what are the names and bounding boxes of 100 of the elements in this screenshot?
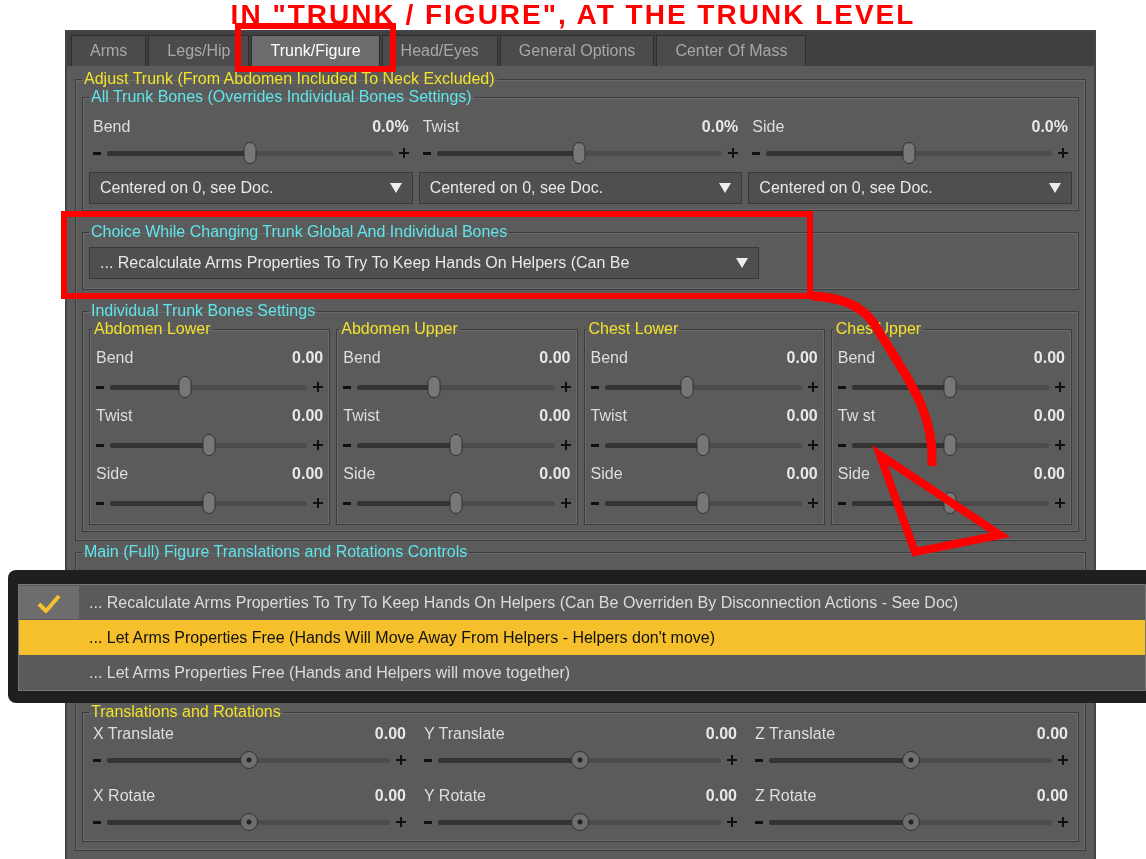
slider-thumb[interactable] xyxy=(570,751,589,769)
plus-icon[interactable] xyxy=(313,382,324,392)
plus-icon[interactable] xyxy=(398,148,409,158)
slider-track[interactable] xyxy=(107,142,393,164)
plus-icon[interactable] xyxy=(313,440,324,450)
choice-dropdown[interactable]: ... Recalculate Arms Properties To Try To Keep Hands On Helpers (Can Be xyxy=(89,247,759,279)
menu-option[interactable]: ... Recalculate Arms Properties To Try To Keep Hands On Helpers (Can Be Overriden By Disconnection Actions - See Doc) xyxy=(19,585,1145,620)
plus-icon[interactable] xyxy=(727,755,737,765)
minus-icon[interactable] xyxy=(96,501,104,505)
slider-track[interactable] xyxy=(766,142,1052,164)
minus-icon[interactable] xyxy=(755,758,763,762)
minus-icon[interactable] xyxy=(424,758,432,762)
minus-icon[interactable] xyxy=(422,151,431,155)
slider-track[interactable] xyxy=(851,434,1049,456)
plus-icon[interactable] xyxy=(1058,148,1068,158)
slider-track[interactable] xyxy=(110,376,308,398)
plus-icon[interactable] xyxy=(727,817,737,827)
slider-value: 0.00 xyxy=(786,407,818,425)
plus-icon[interactable] xyxy=(1055,440,1065,450)
plus-icon[interactable] xyxy=(560,382,571,392)
plus-icon[interactable] xyxy=(1058,755,1068,765)
minus-icon[interactable] xyxy=(752,151,761,155)
slider-thumb[interactable] xyxy=(902,142,916,164)
slider-thumb[interactable] xyxy=(202,434,216,456)
slider-label: Side xyxy=(96,465,129,483)
slider-thumb[interactable] xyxy=(680,376,694,398)
slider-thumb[interactable] xyxy=(573,142,586,164)
minus-icon[interactable] xyxy=(93,820,101,824)
slider-thumb[interactable] xyxy=(943,376,957,398)
slider-track[interactable] xyxy=(357,492,555,514)
plus-icon[interactable] xyxy=(396,755,406,765)
plus-icon[interactable] xyxy=(807,498,818,508)
mode-dropdown[interactable]: Centered on 0, see Doc. xyxy=(748,172,1072,204)
slider-thumb[interactable] xyxy=(239,813,258,831)
tab[interactable]: General Options xyxy=(499,35,655,66)
plus-icon[interactable] xyxy=(807,382,818,392)
minus-icon[interactable] xyxy=(755,820,763,824)
plus-icon[interactable] xyxy=(1058,817,1068,827)
minus-icon[interactable] xyxy=(343,501,352,505)
slider-thumb[interactable] xyxy=(178,376,192,398)
slider-thumb[interactable] xyxy=(901,813,920,831)
plus-icon[interactable] xyxy=(560,440,571,450)
slider-label: Tw st xyxy=(837,407,876,425)
minus-icon[interactable] xyxy=(590,443,599,447)
slider-thumb[interactable] xyxy=(202,492,216,514)
slider-thumb[interactable] xyxy=(943,434,957,456)
minus-icon[interactable] xyxy=(343,443,352,447)
slider-track[interactable] xyxy=(110,434,308,456)
plus-icon[interactable] xyxy=(396,817,406,827)
slider-track[interactable] xyxy=(769,749,1052,771)
slider-thumb[interactable] xyxy=(239,751,258,769)
minus-icon[interactable] xyxy=(424,820,432,824)
minus-icon[interactable] xyxy=(837,385,846,389)
slider-track[interactable] xyxy=(357,376,555,398)
mode-dropdown[interactable]: Centered on 0, see Doc. xyxy=(418,172,743,204)
slider-track[interactable] xyxy=(769,811,1052,833)
slider-thumb[interactable] xyxy=(449,492,463,514)
slider-thumb[interactable] xyxy=(696,434,710,456)
slider-thumb[interactable] xyxy=(901,751,920,769)
plus-icon[interactable] xyxy=(313,498,324,508)
minus-icon[interactable] xyxy=(590,501,599,505)
slider-thumb[interactable] xyxy=(427,376,441,398)
mode-dropdown[interactable]: Centered on 0, see Doc. xyxy=(89,172,413,204)
slider-track[interactable] xyxy=(604,434,802,456)
slider-track[interactable] xyxy=(438,749,721,771)
plus-icon[interactable] xyxy=(1055,498,1065,508)
tab[interactable]: Trunk/Figure xyxy=(251,35,380,66)
slider-track[interactable] xyxy=(851,492,1049,514)
slider-thumb[interactable] xyxy=(570,813,589,831)
minus-icon[interactable] xyxy=(837,443,846,447)
tab[interactable]: Center Of Mass xyxy=(656,35,807,66)
slider-value: 0.00 xyxy=(539,349,571,367)
menu-option[interactable]: ... Let Arms Properties Free (Hands Will Move Away From Helpers - Helpers don't move) xyxy=(19,620,1145,655)
slider-track[interactable] xyxy=(851,376,1049,398)
slider-thumb[interactable] xyxy=(449,434,463,456)
tab[interactable]: Arms xyxy=(71,35,147,66)
slider-track[interactable] xyxy=(110,492,308,514)
minus-icon[interactable] xyxy=(96,385,104,389)
slider-track[interactable] xyxy=(107,811,390,833)
slider-track[interactable] xyxy=(604,492,802,514)
minus-icon[interactable] xyxy=(93,151,101,155)
slider-track[interactable] xyxy=(436,142,723,164)
slider-thumb[interactable] xyxy=(696,492,710,514)
minus-icon[interactable] xyxy=(590,385,599,389)
slider-track[interactable] xyxy=(107,749,390,771)
plus-icon[interactable] xyxy=(560,498,571,508)
minus-icon[interactable] xyxy=(93,758,101,762)
plus-icon[interactable] xyxy=(728,148,739,158)
menu-option[interactable]: ... Let Arms Properties Free (Hands and Helpers will move together) xyxy=(19,655,1145,690)
minus-icon[interactable] xyxy=(837,501,846,505)
minus-icon[interactable] xyxy=(343,385,352,389)
slider-thumb[interactable] xyxy=(243,142,257,164)
slider-track[interactable] xyxy=(438,811,721,833)
slider-track[interactable] xyxy=(604,376,802,398)
minus-icon[interactable] xyxy=(96,443,104,447)
plus-icon[interactable] xyxy=(807,440,818,450)
tab[interactable]: Head/Eyes xyxy=(381,35,498,66)
slider-track[interactable] xyxy=(357,434,555,456)
plus-icon[interactable] xyxy=(1055,382,1065,392)
tab[interactable]: Legs/Hip xyxy=(148,35,250,66)
